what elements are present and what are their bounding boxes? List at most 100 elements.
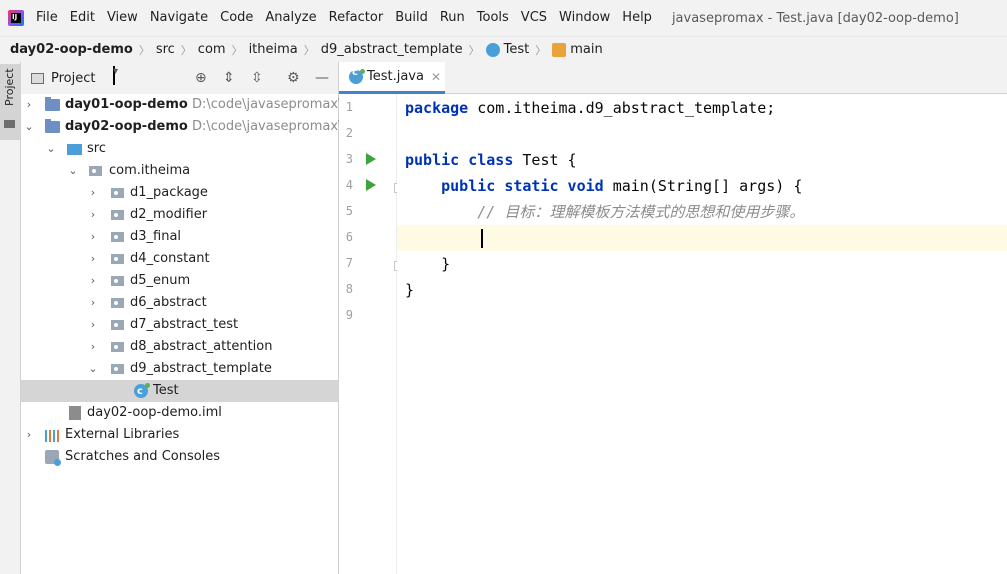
menu-build[interactable]: Build xyxy=(389,0,434,36)
tree-item-label: d8_abstract_attention xyxy=(130,339,273,354)
package-icon xyxy=(111,320,124,330)
chevron-right-icon[interactable]: › xyxy=(87,248,99,270)
chevron-down-icon[interactable]: ⌄ xyxy=(67,160,79,182)
tree-item-external-libraries[interactable]: › External Libraries xyxy=(21,424,338,446)
code-line-1: package com.itheima.d9_abstract_template… xyxy=(397,95,1007,121)
locate-icon[interactable]: ⊕ xyxy=(195,70,207,86)
tree-item-label: com.itheima xyxy=(109,163,191,178)
breadcrumb-project[interactable]: day02-oop-demo xyxy=(10,42,133,57)
code-line-8: } xyxy=(405,281,415,299)
chevron-down-icon[interactable]: ⌄ xyxy=(23,116,35,138)
tree-item-d3-final[interactable]: › d3_final xyxy=(21,226,338,248)
tree-item-label: src xyxy=(87,141,106,156)
menu-help[interactable]: Help xyxy=(616,0,658,36)
chevron-right-icon[interactable]: › xyxy=(23,94,35,116)
chevron-right-icon[interactable]: › xyxy=(87,204,99,226)
run-class-icon[interactable] xyxy=(366,153,376,165)
scratches-icon xyxy=(45,450,61,466)
menu-navigate[interactable]: Navigate xyxy=(144,0,214,36)
breadcrumb-itheima[interactable]: itheima xyxy=(249,42,298,57)
tree-item-d7-abstract-test[interactable]: › d7_abstract_test xyxy=(21,314,338,336)
menu-window[interactable]: Window xyxy=(553,0,616,36)
line-number: 1 xyxy=(345,100,353,114)
menu-refactor[interactable]: Refactor xyxy=(323,0,390,36)
breadcrumb-method[interactable]: main xyxy=(570,42,602,57)
chevron-right-icon[interactable]: › xyxy=(87,226,99,248)
tree-item-day02-oop-demo[interactable]: ⌄ day02-oop-demo D:\code\javasepromax\ xyxy=(21,116,342,138)
project-panel-title[interactable]: Project xyxy=(51,71,95,86)
tree-item-d8-abstract-attention[interactable]: › d8_abstract_attention xyxy=(21,336,338,358)
menu-tools[interactable]: Tools xyxy=(471,0,515,36)
tab-test-java[interactable]: c Test.java ✕ xyxy=(339,62,445,94)
package-icon xyxy=(111,188,124,198)
code-text: main(String[] args) { xyxy=(603,177,803,195)
line-number: 5 xyxy=(345,204,353,218)
tree-item-day01-oop-demo[interactable]: › day01-oop-demo D:\code\javasepromax\ xyxy=(21,94,342,116)
tree-item-src[interactable]: ⌄ src xyxy=(21,138,338,160)
tree-item-label: Scratches and Consoles xyxy=(65,449,221,464)
project-tool-tab[interactable]: Project xyxy=(0,64,20,140)
tree-item-d9-abstract-template[interactable]: ⌄ d9_abstract_template xyxy=(21,358,338,380)
window-title: javasepromax - Test.java [day02-oop-demo… xyxy=(671,10,959,26)
tree-item-scratches[interactable]: Scratches and Consoles xyxy=(21,446,338,468)
breadcrumb-class[interactable]: Test xyxy=(504,42,530,57)
line-number: 9 xyxy=(345,308,353,322)
tree-item-label: d4_constant xyxy=(130,251,210,266)
menu-edit[interactable]: Edit xyxy=(64,0,101,36)
line-number: 3 xyxy=(345,152,353,166)
code-editor[interactable]: package com.itheima.d9_abstract_template… xyxy=(397,94,1007,574)
menu-view[interactable]: View xyxy=(101,0,144,36)
breadcrumb-com[interactable]: com xyxy=(198,42,226,57)
module-icon xyxy=(45,119,60,133)
tree-item-label: day02-oop-demo.iml xyxy=(87,405,222,420)
minimize-icon[interactable]: — xyxy=(315,70,329,86)
code-comment: // 目标：理解模板方法模式的思想和使用步骤。 xyxy=(477,203,805,221)
source-folder-icon xyxy=(67,144,82,155)
gear-icon[interactable]: ⚙ xyxy=(287,70,300,86)
chevron-right-icon[interactable]: › xyxy=(87,182,99,204)
chevron-right-icon[interactable]: › xyxy=(87,336,99,358)
tree-item-d5-enum[interactable]: › d5_enum xyxy=(21,270,338,292)
code-line-6-current xyxy=(397,225,1007,251)
tree-item-d4-constant[interactable]: › d4_constant xyxy=(21,248,338,270)
chevron-right-icon[interactable]: › xyxy=(87,314,99,336)
class-icon: c xyxy=(134,383,150,398)
package-icon xyxy=(111,232,124,242)
tree-item-d2-modifier[interactable]: › d2_modifier xyxy=(21,204,338,226)
chevron-down-icon[interactable]: ⌄ xyxy=(45,138,57,160)
expand-all-icon[interactable]: ⇕ xyxy=(223,70,235,86)
folder-icon xyxy=(4,120,15,128)
menu-run[interactable]: Run xyxy=(434,0,471,36)
menu-bar: IJ File Edit View Navigate Code Analyze … xyxy=(0,0,1007,36)
tree-item-d1-package[interactable]: › d1_package xyxy=(21,182,338,204)
line-number: 4 xyxy=(345,178,353,192)
chevron-down-icon[interactable]: ▾ xyxy=(113,66,118,85)
run-method-icon[interactable] xyxy=(366,179,376,191)
text-caret xyxy=(481,229,483,248)
menu-code[interactable]: Code xyxy=(214,0,259,36)
keyword: public class xyxy=(405,151,514,169)
tree-item-test-class[interactable]: c Test xyxy=(21,380,338,402)
chevron-down-icon[interactable]: ⌄ xyxy=(87,358,99,380)
breadcrumb-src[interactable]: src xyxy=(156,42,175,57)
method-icon xyxy=(552,42,567,57)
tool-window-stripe: Project xyxy=(0,62,21,574)
collapse-all-icon[interactable]: ⇳ xyxy=(251,70,263,86)
menu-file[interactable]: File xyxy=(30,0,64,36)
menu-vcs[interactable]: VCS xyxy=(515,0,553,36)
tree-item-d6-abstract[interactable]: › d6_abstract xyxy=(21,292,338,314)
tree-item-iml[interactable]: day02-oop-demo.iml xyxy=(21,402,338,424)
breadcrumb-package[interactable]: d9_abstract_template xyxy=(321,42,463,57)
module-file-icon xyxy=(69,406,81,420)
breadcrumb-separator-icon: 〉 xyxy=(468,43,480,57)
chevron-right-icon[interactable]: › xyxy=(87,292,99,314)
breadcrumb: day02-oop-demo 〉 src 〉 com 〉 itheima 〉 d… xyxy=(0,36,1007,62)
close-icon[interactable]: ✕ xyxy=(431,70,441,84)
chevron-right-icon[interactable]: › xyxy=(23,424,35,446)
editor-gutter: 1 2 3 4 5 6 7 8 9 xyxy=(339,94,404,574)
code-line-5: // 目标：理解模板方法模式的思想和使用步骤。 xyxy=(397,199,1007,225)
intellij-logo-icon: IJ xyxy=(8,10,24,26)
tree-item-com-itheima[interactable]: ⌄ com.itheima xyxy=(21,160,338,182)
chevron-right-icon[interactable]: › xyxy=(87,270,99,292)
menu-analyze[interactable]: Analyze xyxy=(259,0,322,36)
